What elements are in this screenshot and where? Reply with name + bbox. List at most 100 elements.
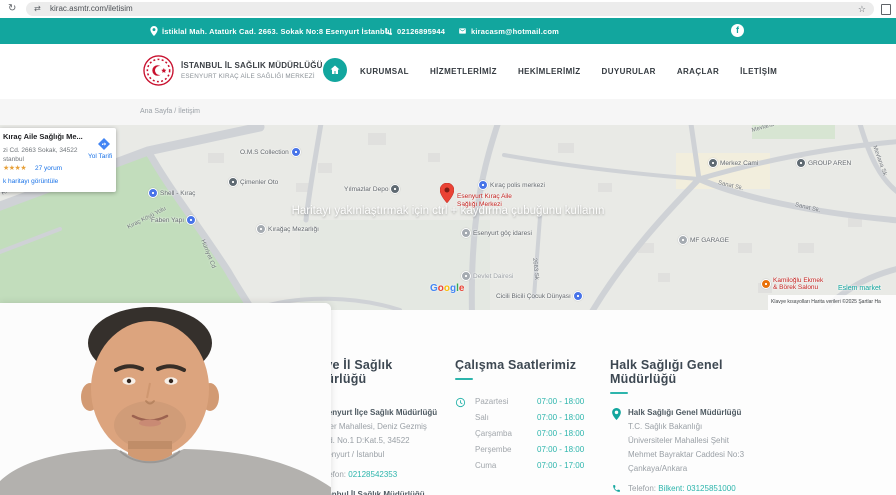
col2-org2-name: İstanbul İl Sağlık Müdürlüğü bbox=[318, 490, 425, 495]
poi-icon bbox=[390, 184, 401, 194]
topbar-address: İstiklal Mah. Atatürk Cad. 2663. Sokak N… bbox=[150, 18, 392, 44]
col2-org1-address: Cad. No.1 D:Kat.5, 34522 bbox=[318, 436, 410, 445]
topbar-phone-text: 02126895944 bbox=[397, 26, 446, 36]
location-pin-icon bbox=[612, 408, 621, 420]
hours-row: Perşembe 07:00 - 18:00 bbox=[475, 445, 585, 454]
nav-hizmetlerimiz[interactable]: HİZMETLERİMİZ bbox=[430, 67, 497, 76]
topbar-email[interactable]: kiracasm@hotmail.com bbox=[458, 18, 559, 44]
col2-phone-number[interactable]: 02128542353 bbox=[348, 470, 397, 479]
poi-icon bbox=[186, 215, 197, 225]
heading-underline bbox=[610, 392, 628, 394]
hours-row: Çarşamba 07:00 - 18:00 bbox=[475, 429, 585, 438]
contact-col-hours: Çalışma Saatlerimiz Pazartesi 07:00 - 18:… bbox=[455, 310, 595, 474]
map-attribution[interactable]: Klavye kısayolları Harita verileri ©2025… bbox=[768, 295, 896, 310]
poi-icon bbox=[228, 177, 238, 187]
map-poi: MF GARAGE bbox=[678, 235, 729, 245]
phone-icon bbox=[613, 485, 620, 492]
nav-kurumsal[interactable]: KURUMSAL bbox=[360, 67, 409, 76]
col2-org1-address: Zafer Mahallesi, Deniz Gezmiş bbox=[318, 422, 427, 431]
facebook-icon[interactable]: f bbox=[731, 24, 744, 37]
map-poi: O.M.S Collection bbox=[240, 147, 301, 157]
mail-icon bbox=[459, 28, 466, 34]
view-larger-map-link[interactable]: k haritayı görüntüle bbox=[3, 178, 58, 185]
hours-row: Pazartesi 07:00 - 18:00 bbox=[475, 397, 585, 406]
col4-address-line: T.C. Sağlık Bakanlığı bbox=[628, 422, 703, 431]
poi-icon bbox=[796, 158, 806, 168]
location-pin-icon bbox=[150, 26, 158, 36]
browser-bar: ↻ ⇄ kirac.asmtr.com/iletisim ☆ bbox=[0, 0, 896, 18]
url-text[interactable]: kirac.asmtr.com/iletisim bbox=[50, 4, 133, 14]
directions-link[interactable]: Yol Tarifi bbox=[88, 153, 112, 160]
poi-icon bbox=[708, 158, 718, 168]
presenter-person bbox=[0, 303, 331, 495]
home-button[interactable] bbox=[323, 58, 347, 82]
col2-org1-name: Esenyurt İlçe Sağlık Müdürlüğü bbox=[318, 408, 438, 417]
col4-phone-number[interactable]: Bilkent: 03125851000 bbox=[658, 484, 735, 493]
site-title: İSTANBUL İL SAĞLIK MÜDÜRLÜĞÜ bbox=[181, 61, 323, 70]
col4-phone-item: Telefon: Bilkent: 03125851000 bbox=[610, 482, 762, 495]
health-ministry-logo-icon bbox=[143, 55, 174, 86]
poi-icon bbox=[148, 188, 158, 198]
google-logo: Google bbox=[430, 283, 465, 294]
poi-icon bbox=[761, 279, 771, 289]
destination-label: Esenyurt Kıraç Aile Sağlığı Merkezi bbox=[457, 193, 512, 208]
site-header: İSTANBUL İL SAĞLIK MÜDÜRLÜĞÜ ESENYURT KI… bbox=[0, 44, 896, 99]
map-poi: Kırağaç Mezarlığı bbox=[256, 224, 319, 234]
poi-icon bbox=[461, 228, 471, 238]
map-poi: Eslem market bbox=[838, 285, 881, 292]
site-subtitle: ESENYURT KIRAÇ AİLE SAĞLIĞI MERKEZİ bbox=[181, 73, 315, 80]
map-card-address2: stanbul bbox=[3, 156, 24, 163]
main-nav: KURUMSAL HİZMETLERİMİZ HEKİMLERİMİZ DUYU… bbox=[360, 44, 777, 99]
nav-hekimlerimiz[interactable]: HEKİMLERİMİZ bbox=[518, 67, 581, 76]
map-poi: Kamiloğlu Ekmek & Börek Salonu bbox=[761, 277, 823, 291]
nav-araclar[interactable]: ARAÇLAR bbox=[677, 67, 719, 76]
col4-address-item: Halk Sağlığı Genel Müdürlüğü T.C. Sağlık… bbox=[610, 406, 762, 476]
screen: ↻ ⇄ kirac.asmtr.com/iletisim ☆ İstiklal … bbox=[0, 0, 896, 495]
map-poi: Çimenler Oto bbox=[228, 177, 278, 187]
map-poi: Esenyurt göç idaresi bbox=[461, 228, 532, 238]
nav-iletisim[interactable]: İLETİŞİM bbox=[740, 67, 777, 76]
poi-icon bbox=[256, 224, 266, 234]
destination-pin-icon[interactable] bbox=[440, 183, 454, 203]
url-bar[interactable]: ⇄ kirac.asmtr.com/iletisim ☆ bbox=[26, 2, 874, 16]
col4-org-name: Halk Sağlığı Genel Müdürlüğü bbox=[628, 408, 742, 417]
browser-extension-icon[interactable] bbox=[881, 4, 891, 15]
map-poi: Yılmazlar Depo bbox=[344, 184, 401, 194]
poi-icon bbox=[290, 147, 301, 157]
breadcrumb-current: İletişim bbox=[178, 108, 200, 115]
directions-icon[interactable] bbox=[98, 138, 110, 150]
map-card-title: Kıraç Aile Sağlığı Me... bbox=[3, 132, 83, 141]
breadcrumb-bar: Ana Sayfa / İletişim bbox=[0, 99, 896, 125]
breadcrumb-home[interactable]: Ana Sayfa bbox=[140, 108, 172, 115]
site-info-icon[interactable]: ⇄ bbox=[34, 4, 41, 14]
poi-icon bbox=[478, 180, 488, 190]
reviews-link[interactable]: 27 yorum bbox=[35, 165, 62, 172]
webcam-overlay bbox=[0, 303, 331, 495]
rating-stars: ★★★★ bbox=[3, 165, 27, 172]
top-contact-bar: İstiklal Mah. Atatürk Cad. 2663. Sokak N… bbox=[0, 18, 896, 44]
heading-underline bbox=[455, 378, 473, 380]
poi-icon bbox=[572, 291, 583, 301]
map-poi: Devlet Dairesi bbox=[461, 271, 513, 281]
bookmark-star-icon[interactable]: ☆ bbox=[858, 3, 866, 15]
hours-heading: Çalışma Saatlerimiz bbox=[455, 358, 577, 372]
map-poi: Merkez Cami bbox=[708, 158, 758, 168]
map-poi: Shell - Kıraç bbox=[148, 188, 195, 198]
refresh-icon[interactable]: ↻ bbox=[8, 2, 16, 16]
topbar-phone[interactable]: 02126895944 bbox=[384, 18, 445, 44]
nav-duyurular[interactable]: DUYURULAR bbox=[602, 67, 656, 76]
col4-address-line: Çankaya/Ankara bbox=[628, 464, 688, 473]
google-map[interactable]: O.M.S Collection Çimenler Oto Shell - Kı… bbox=[0, 125, 896, 310]
col4-address-line: Mehmet Bayraktar Caddesi No:3 bbox=[628, 450, 745, 459]
map-poi: Kıraç polis merkezi bbox=[478, 180, 545, 190]
poi-icon bbox=[461, 271, 471, 281]
poi-icon bbox=[678, 235, 688, 245]
hours-row: Cuma 07:00 - 17:00 bbox=[475, 461, 585, 470]
map-poi: Faben Yapı bbox=[151, 215, 197, 225]
breadcrumb-separator: / bbox=[174, 108, 177, 115]
col2-org1-address: Esenyurt / İstanbul bbox=[318, 450, 385, 459]
clock-icon bbox=[455, 397, 466, 408]
col4-heading: Halk Sağlığı Genel Müdürlüğü bbox=[610, 358, 723, 386]
topbar-address-text: İstiklal Mah. Atatürk Cad. 2663. Sokak N… bbox=[162, 26, 392, 36]
col4-address-line: Üniversiteler Mahallesi Şehit bbox=[628, 436, 729, 445]
